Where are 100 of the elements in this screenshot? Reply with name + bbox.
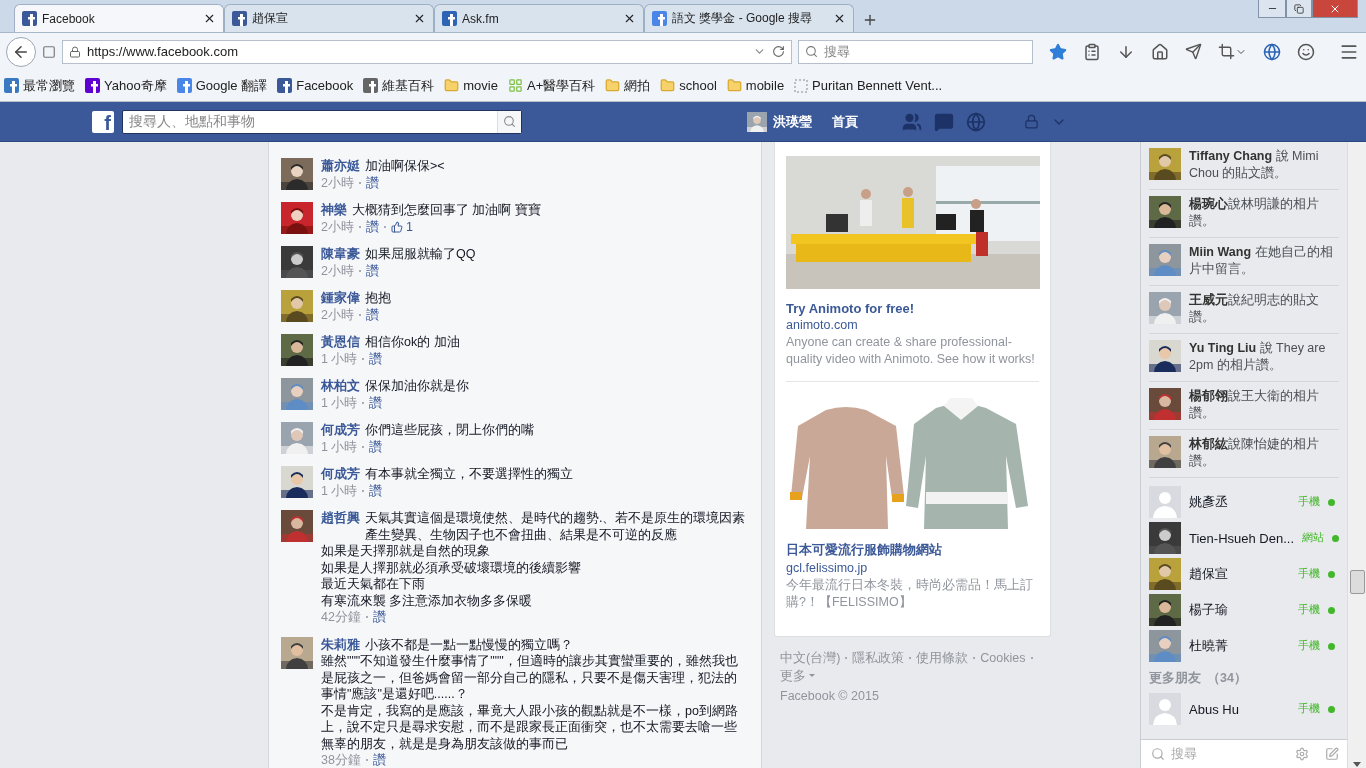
status-label: 手機 xyxy=(1298,495,1320,509)
ad-domain[interactable]: animoto.com xyxy=(786,318,1039,332)
ad-title[interactable]: 日本可愛流行服飾購物網站 xyxy=(786,541,1039,559)
scrollbar-thumb[interactable] xyxy=(1349,570,1365,594)
site-icon xyxy=(277,78,293,93)
search-field[interactable]: 搜尋人、地點和事物 xyxy=(122,109,522,134)
bookmark[interactable]: 最常瀏覽 xyxy=(4,76,75,95)
globe-icon[interactable] xyxy=(1263,42,1281,61)
like-link[interactable]: 讚 xyxy=(372,752,386,768)
close-icon[interactable] xyxy=(623,12,636,25)
scrollbar[interactable] xyxy=(1347,142,1366,768)
comment-time: 2小時 xyxy=(321,262,354,279)
browser-tab[interactable]: Facebook xyxy=(14,4,224,32)
browser-tab[interactable]: 趙保宣 xyxy=(224,4,434,32)
bookmark-star-icon[interactable] xyxy=(1049,42,1067,61)
bookmark[interactable]: 維基百科 xyxy=(363,76,435,95)
send-icon[interactable] xyxy=(1185,43,1202,60)
comment-time: 38分鐘 xyxy=(321,752,361,768)
like-link[interactable]: 讚 xyxy=(369,438,383,455)
bookmark[interactable]: Google 翻譯 xyxy=(176,76,268,95)
scroll-down-icon[interactable] xyxy=(1353,762,1361,768)
commenter-name[interactable]: 鍾家偉 xyxy=(321,290,360,307)
commenter-name[interactable]: 陳韋豪 xyxy=(321,246,360,263)
restore-button[interactable] xyxy=(1286,0,1312,18)
bookmark[interactable]: Facebook xyxy=(277,78,354,93)
close-icon[interactable] xyxy=(413,12,426,25)
minimize-button[interactable] xyxy=(1258,0,1286,18)
site-icon xyxy=(22,11,37,26)
bookmark[interactable]: Yahoo奇摩 xyxy=(85,76,167,95)
bookmark[interactable]: 網拍 xyxy=(605,76,651,95)
like-link[interactable]: 讚 xyxy=(369,394,383,411)
smiley-icon[interactable] xyxy=(1297,42,1315,61)
contact-name[interactable]: 楊子瑜 xyxy=(1189,601,1290,619)
home-icon[interactable] xyxy=(1151,42,1169,61)
section-title: 更多朋友 xyxy=(1149,670,1201,687)
folder-icon xyxy=(605,78,621,93)
bookmark[interactable]: mobile xyxy=(726,78,785,93)
site-icon xyxy=(442,11,457,26)
address-bar[interactable]: https://www.facebook.com xyxy=(62,39,792,64)
activity-text[interactable]: Miin Wang 在她自己的相片中留言。 xyxy=(1189,244,1339,277)
facebook-logo[interactable]: f xyxy=(92,110,114,133)
like-count[interactable]: 1 xyxy=(390,218,413,235)
bookmark[interactable]: A+醫學百科 xyxy=(507,76,596,95)
status-label: 手機 xyxy=(1298,702,1320,716)
bookmark[interactable]: school xyxy=(660,78,717,93)
commenter-name[interactable]: 蕭亦娗 xyxy=(321,158,360,175)
search-field[interactable]: 搜尋 xyxy=(798,39,1033,64)
commenter-name[interactable]: 趙哲興 xyxy=(321,510,360,527)
lock-icon xyxy=(69,45,81,58)
search-button[interactable] xyxy=(497,110,521,133)
like-link[interactable]: 讚 xyxy=(365,218,379,235)
comment-text: 最近天氣都在下雨 xyxy=(321,576,426,593)
activity-text[interactable]: Yu Ting Liu 說 They are 2pm 的相片讚。 xyxy=(1189,340,1339,373)
activity-text[interactable]: Tiffany Chang 說 Mimi Chou 的貼文讚。 xyxy=(1189,148,1339,181)
home-link[interactable]: 首頁 xyxy=(832,112,858,131)
like-link[interactable]: 讚 xyxy=(369,482,383,499)
ad-description: Anyone can create & share professional-quality video with Animoto. See how it works! xyxy=(786,334,1036,367)
close-icon[interactable] xyxy=(203,12,216,25)
contact-name[interactable]: 姚彥丞 xyxy=(1189,493,1290,511)
page-icon[interactable] xyxy=(42,44,56,59)
browser-tab[interactable]: 語文 獎學金 - Google 搜尋 xyxy=(644,4,854,32)
reload-icon[interactable] xyxy=(772,45,785,58)
folder-icon xyxy=(660,78,676,93)
activity-text[interactable]: 王威元說紀明志的貼文讚。 xyxy=(1189,292,1339,325)
contact-name[interactable]: 趙保宣 xyxy=(1189,565,1290,583)
commenter-name[interactable]: 何成芳 xyxy=(321,466,360,483)
status-label: 手機 xyxy=(1298,567,1320,581)
comment-text: 相信你ok的 加油 xyxy=(365,334,460,351)
activity-text[interactable]: 林郁紘說陳怡婕的相片讚。 xyxy=(1189,436,1339,469)
like-link[interactable]: 讚 xyxy=(365,306,379,323)
commenter-name[interactable]: 黃恩信 xyxy=(321,334,360,351)
site-icon xyxy=(4,78,19,93)
comment-text: 如果屈服就輸了QQ xyxy=(365,246,476,263)
contact-name[interactable]: Tien-Hsueh Den... xyxy=(1189,530,1294,546)
contact-name[interactable]: 杜曉菁 xyxy=(1189,637,1290,655)
status-label: 手機 xyxy=(1298,603,1320,617)
bookmark[interactable]: movie xyxy=(444,78,498,93)
browser-tab[interactable]: Ask.fm xyxy=(434,4,644,32)
search-icon xyxy=(805,45,818,58)
like-link[interactable]: 讚 xyxy=(365,262,379,279)
ad-title[interactable]: Try Animoto for free! xyxy=(786,301,1039,316)
crop-icon[interactable] xyxy=(1218,43,1247,60)
commenter-name[interactable]: 何成芳 xyxy=(321,422,360,439)
site-icon xyxy=(176,78,192,93)
profile-link[interactable]: 洪瑛瑩 xyxy=(747,111,812,132)
bookmark[interactable]: Puritan Bennett Vent... xyxy=(794,78,943,93)
like-link[interactable]: 讚 xyxy=(372,609,386,626)
activity-text[interactable]: 楊琬心說林明謙的相片讚。 xyxy=(1189,196,1339,229)
contact-name[interactable]: Abus Hu xyxy=(1189,701,1290,717)
ad-domain[interactable]: gcl.felissimo.jp xyxy=(786,561,1039,575)
close-icon[interactable] xyxy=(833,12,846,25)
commenter-name[interactable]: 朱莉雅 xyxy=(321,636,360,653)
comment-time: 2小時 xyxy=(321,218,354,235)
commenter-name[interactable]: 神樂 xyxy=(321,202,347,219)
clipboard-icon[interactable] xyxy=(1083,42,1101,61)
commenter-name[interactable]: 林柏文 xyxy=(321,378,360,395)
like-link[interactable]: 讚 xyxy=(369,350,383,367)
activity-text[interactable]: 楊郁翎說王大衛的相片讚。 xyxy=(1189,388,1339,421)
like-link[interactable]: 讚 xyxy=(365,174,379,191)
back-button[interactable] xyxy=(6,36,36,67)
